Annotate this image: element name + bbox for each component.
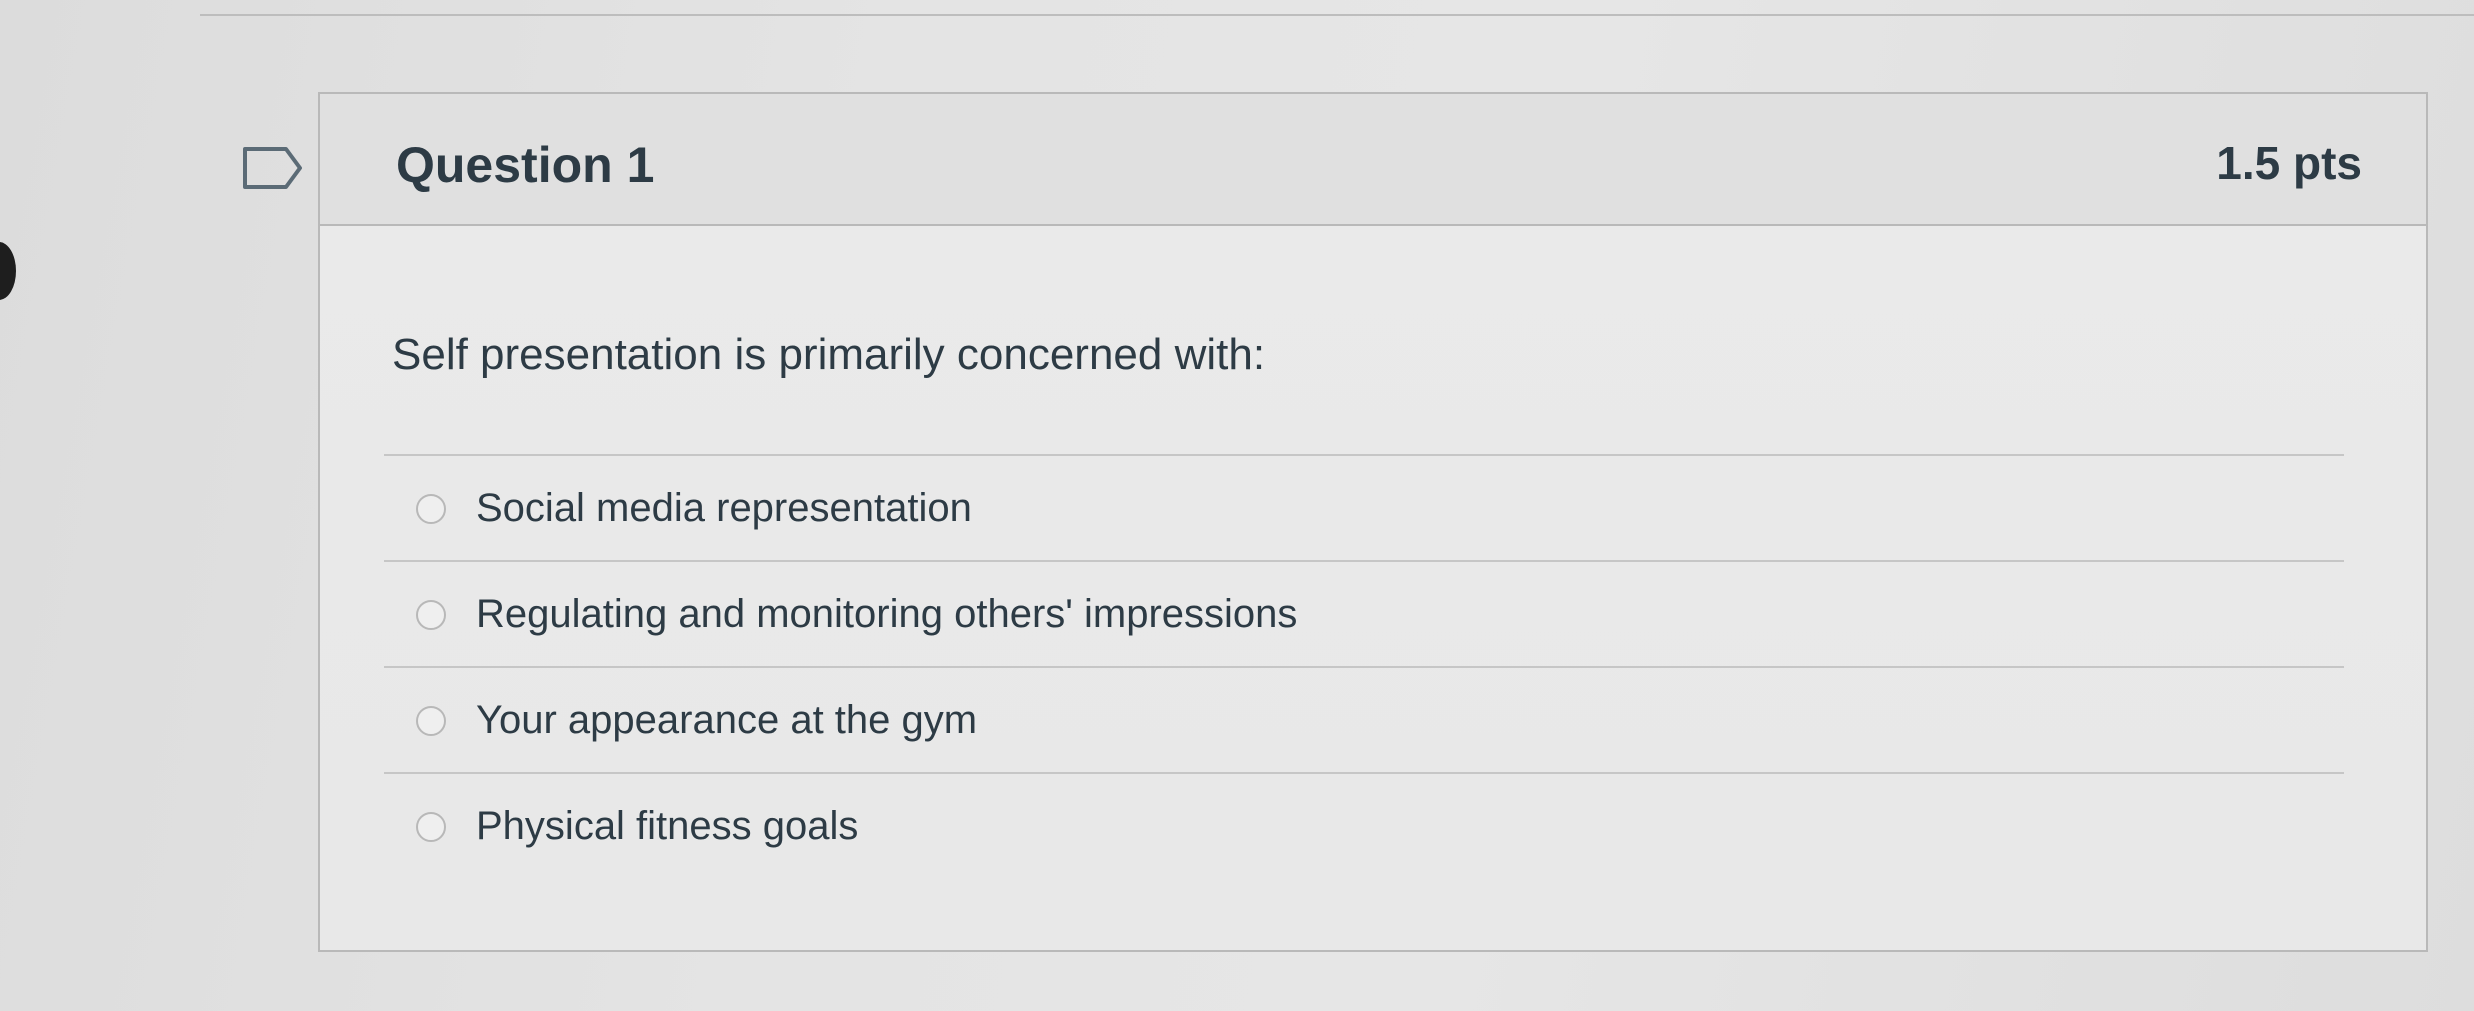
answer-label[interactable]: Social media representation — [476, 486, 972, 531]
answer-option[interactable]: Your appearance at the gym — [384, 668, 2344, 774]
answer-option[interactable]: Regulating and monitoring others' impres… — [384, 562, 2344, 668]
answer-option[interactable]: Social media representation — [384, 456, 2344, 562]
flag-question-icon[interactable] — [242, 146, 304, 190]
answer-label[interactable]: Your appearance at the gym — [476, 698, 977, 743]
question-card: Question 1 1.5 pts Self presentation is … — [318, 92, 2428, 952]
radio-button[interactable] — [416, 494, 446, 524]
question-title: Question 1 — [396, 137, 655, 193]
question-text: Self presentation is primarily concerned… — [392, 330, 1266, 379]
answer-list: Social media representation Regulating a… — [384, 454, 2344, 880]
radio-button[interactable] — [416, 600, 446, 630]
answer-label[interactable]: Physical fitness goals — [476, 804, 858, 849]
question-header: Question 1 1.5 pts — [320, 94, 2426, 226]
radio-button[interactable] — [416, 706, 446, 736]
top-divider — [200, 14, 2474, 16]
edge-shadow — [0, 242, 16, 300]
radio-button[interactable] — [416, 812, 446, 842]
answer-option[interactable]: Physical fitness goals — [384, 774, 2344, 880]
answer-label[interactable]: Regulating and monitoring others' impres… — [476, 592, 1297, 637]
question-points: 1.5 pts — [2216, 137, 2362, 189]
